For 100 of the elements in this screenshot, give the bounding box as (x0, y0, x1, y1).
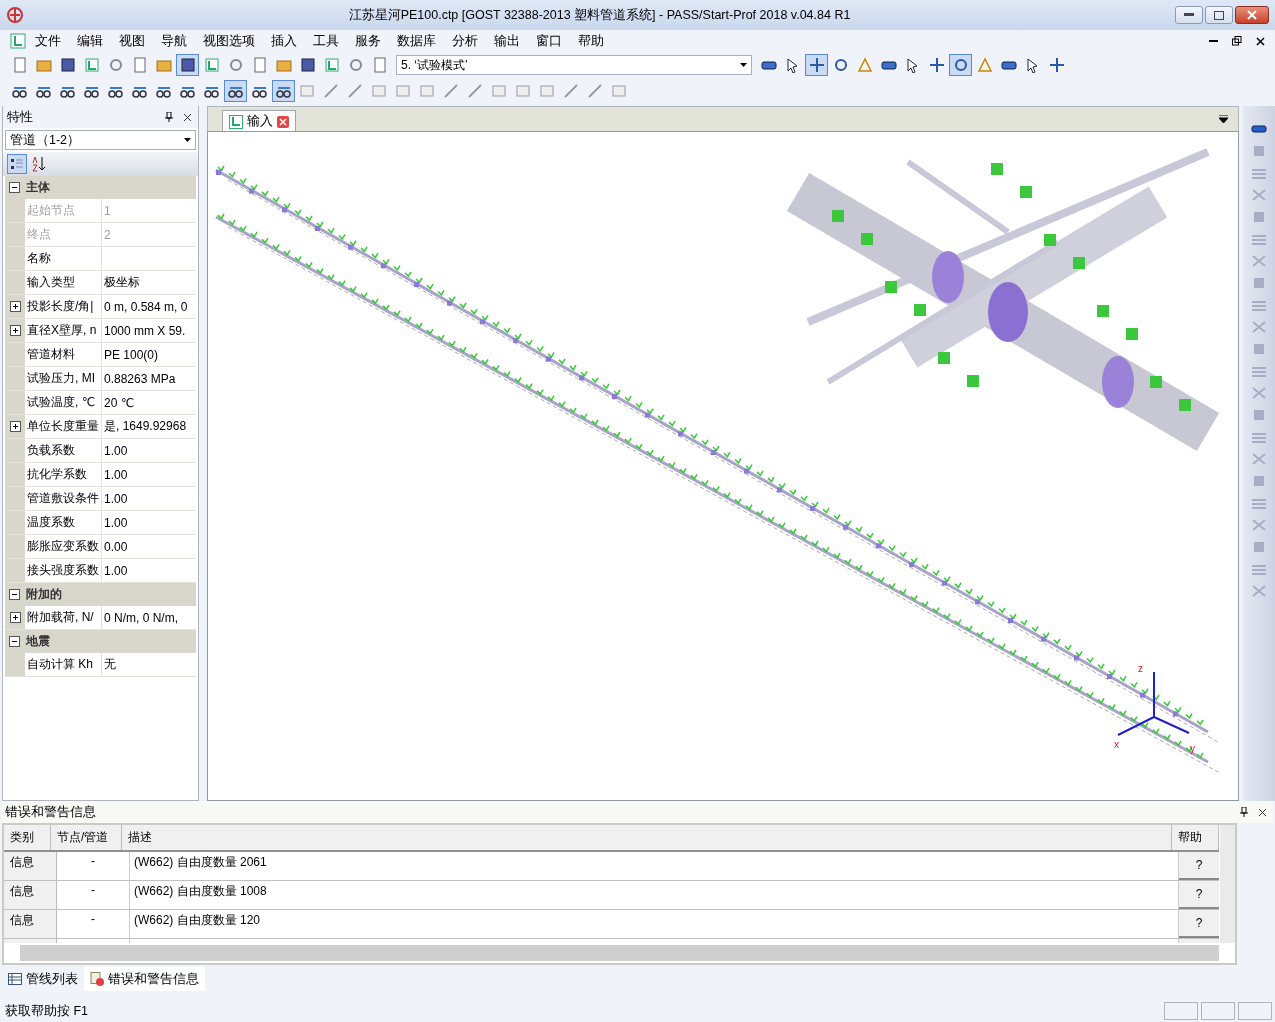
collapse-toggle[interactable] (9, 182, 20, 193)
minimize-button[interactable] (1175, 6, 1203, 24)
collapse-toggle[interactable] (9, 589, 20, 600)
help-button[interactable]: ? (1179, 852, 1219, 880)
property-name: 温度系数 (25, 511, 102, 534)
property-value[interactable]: PE 100(0) (102, 343, 197, 366)
menu-item[interactable]: 插入 (264, 32, 304, 50)
column-header[interactable]: 描述 (122, 825, 1172, 850)
close-icon[interactable] (183, 112, 193, 122)
property-value[interactable]: 0 N/m, 0 N/m, (102, 606, 197, 629)
menu-item[interactable]: 服务 (348, 32, 388, 50)
menu-item[interactable]: 分析 (445, 32, 485, 50)
property-name: 名称 (25, 247, 102, 270)
property-name: 抗化学系数 (25, 463, 102, 486)
close-button[interactable] (1235, 6, 1269, 24)
tool-icon (562, 83, 581, 99)
sort-icon (32, 156, 46, 172)
close-icon[interactable] (1256, 36, 1265, 46)
help-button[interactable]: ? (1179, 881, 1219, 909)
minimize-icon[interactable] (1209, 39, 1218, 43)
property-value[interactable]: 是, 1649.92968 (102, 415, 197, 438)
pipe-component-icon (1251, 518, 1268, 532)
toolbar-button[interactable] (224, 80, 247, 102)
section-title: 附加的 (26, 586, 62, 603)
property-name: 输入类型 (25, 271, 102, 294)
menu-item[interactable]: 数据库 (390, 32, 443, 50)
property-value[interactable]: 1000 mm X 59. (102, 319, 197, 342)
menu-item[interactable]: 文件 (28, 32, 68, 50)
menu-item[interactable]: 视图 (112, 32, 152, 50)
pin-icon[interactable] (165, 112, 174, 122)
panel-tab[interactable]: 错误和警告信息 (84, 967, 205, 991)
tool-icon (808, 57, 825, 73)
table-cell: 信息 (4, 881, 57, 909)
menu-item[interactable]: 视图选项 (196, 32, 262, 50)
tool-icon (347, 57, 364, 73)
pipe-component-icon (1251, 166, 1268, 180)
property-value[interactable]: 0.00 (102, 535, 197, 558)
tool-icon (952, 57, 969, 73)
tool-icon (976, 57, 993, 73)
pin-icon[interactable] (1240, 807, 1248, 817)
caret-icon (740, 63, 747, 67)
property-name: 投影长度/角| (25, 295, 102, 318)
maximize-icon (1214, 10, 1224, 20)
panel-tab[interactable]: 管线列表 (2, 967, 84, 991)
status-pane (1238, 1002, 1272, 1020)
section-title: 地震 (26, 633, 50, 650)
property-value[interactable]: 无 (102, 653, 197, 676)
tool-icon (251, 57, 268, 73)
property-value[interactable]: 1.00 (102, 487, 197, 510)
restore-icon[interactable] (1232, 36, 1242, 46)
property-value[interactable]: 1.00 (102, 439, 197, 462)
toolbar-button[interactable] (805, 54, 828, 76)
property-value[interactable]: 0 m, 0.584 m, 0 (102, 295, 197, 318)
dropdown-icon[interactable] (1219, 115, 1229, 123)
column-header[interactable]: 类别 (4, 825, 51, 850)
expand-toggle[interactable] (9, 325, 21, 336)
pipe-component-icon (1251, 320, 1268, 334)
property-name: 附加载荷, N/ (25, 606, 102, 629)
menu-item[interactable]: 输出 (487, 32, 527, 50)
property-value[interactable]: 1.00 (102, 463, 197, 486)
pipe-component-icon (1251, 122, 1268, 136)
panel-title: 错误和警告信息 (5, 803, 96, 821)
table-cell: - (57, 910, 130, 938)
categorized-button[interactable] (7, 154, 27, 174)
pipe-component-icon (1251, 584, 1268, 598)
menu-item[interactable]: 导航 (154, 32, 194, 50)
tool-icon (11, 57, 28, 73)
column-header[interactable]: 帮助 (1172, 825, 1219, 850)
column-header[interactable]: 节点/管道 (51, 825, 122, 850)
toolbar-button[interactable] (272, 80, 295, 102)
toolbar-button[interactable] (949, 54, 972, 76)
property-value[interactable]: 0.88263 MPa (102, 367, 197, 390)
tool-icon (323, 57, 340, 73)
menu-item[interactable]: 工具 (306, 32, 346, 50)
expand-toggle[interactable] (9, 301, 21, 312)
expand-toggle[interactable] (9, 421, 21, 432)
property-value[interactable]: 极坐标 (102, 271, 197, 294)
object-dropdown[interactable]: 管道（1-2） (5, 130, 197, 150)
toolbar-button[interactable] (176, 54, 199, 76)
tool-icon (586, 83, 605, 99)
document-icon (229, 114, 244, 129)
help-button[interactable]: ? (1179, 910, 1219, 938)
pipe-component-icon (1251, 562, 1268, 576)
property-value[interactable]: 1.00 (102, 511, 197, 534)
tool-icon (322, 83, 341, 99)
property-value[interactable]: 1.00 (102, 559, 197, 582)
expand-toggle[interactable] (9, 612, 21, 623)
collapse-toggle[interactable] (9, 636, 20, 647)
menu-item[interactable]: 窗口 (529, 32, 569, 50)
menu-item[interactable]: 编辑 (70, 32, 110, 50)
horizontal-scrollbar[interactable] (20, 945, 1219, 961)
close-icon[interactable] (1258, 807, 1267, 817)
property-value[interactable]: 20 ℃ (102, 391, 197, 414)
tool-icon (856, 57, 873, 73)
menu-item[interactable]: 帮助 (571, 32, 611, 50)
document-tab[interactable]: 输入 (222, 110, 297, 132)
vertical-scrollbar[interactable] (1220, 825, 1235, 943)
mode-dropdown[interactable]: 5. ‘试验模式’ (396, 55, 752, 75)
maximize-button[interactable] (1205, 6, 1233, 24)
model-viewport[interactable]: z x y (207, 131, 1240, 801)
